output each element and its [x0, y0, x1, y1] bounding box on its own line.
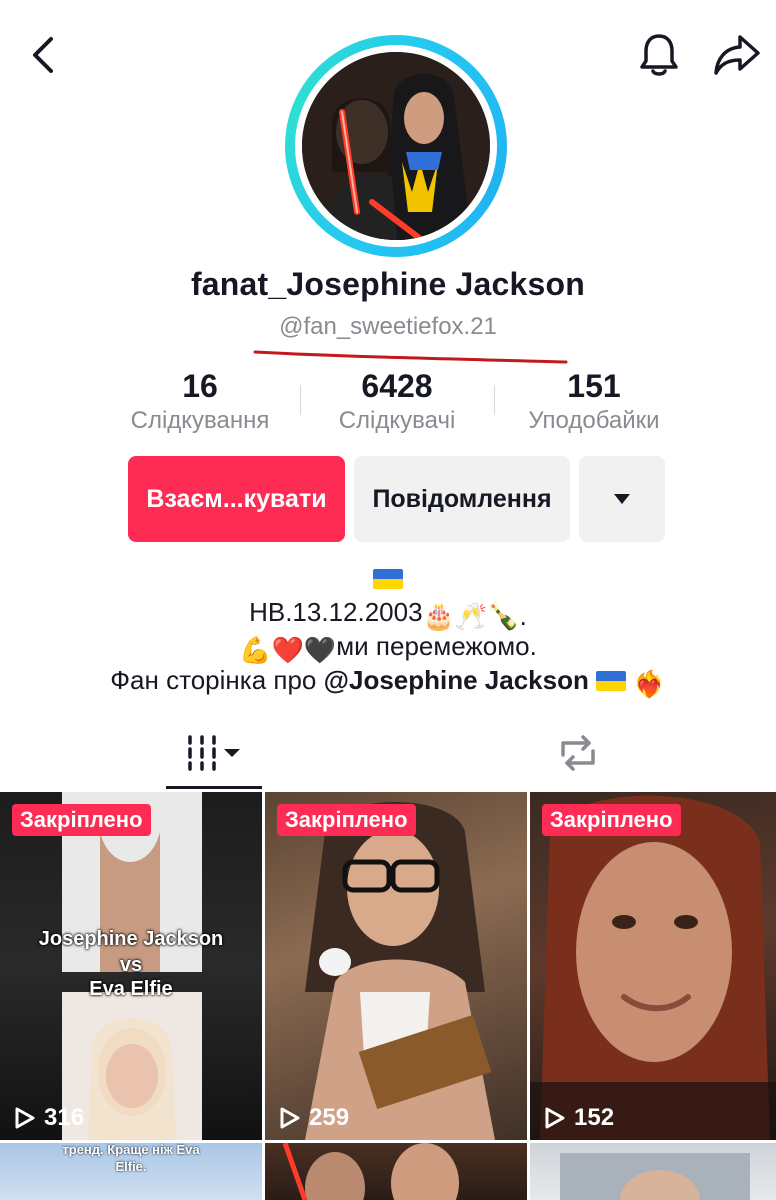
video-thumbnail[interactable]: тренд. Краще ніж Eva Elfie. — [0, 1143, 262, 1200]
following-label: Слідкування — [130, 407, 270, 434]
follow-back-button[interactable]: Взаєм...кувати — [128, 456, 345, 542]
bio-emoji: ❤️‍🔥 — [633, 669, 666, 699]
bio-flag-line — [0, 560, 776, 596]
play-icon — [15, 1107, 35, 1129]
message-button[interactable]: Повідомлення — [354, 456, 570, 542]
likes-count: 151 — [567, 368, 621, 404]
likes-label: Уподобайки — [528, 407, 660, 434]
grid-icon — [188, 735, 240, 771]
video-overlay-text: Eva Elfie — [89, 978, 173, 1000]
pinned-badge: Закріплено — [12, 804, 151, 836]
video-thumbnail[interactable]: Закріплено 259 — [265, 792, 527, 1140]
stat-likes[interactable]: 151 Уподобайки — [494, 366, 694, 436]
following-count: 16 — [182, 368, 218, 404]
video-thumbnail[interactable] — [265, 1143, 527, 1200]
video-thumbnail[interactable]: Закріплено Josephine Jackson vs Eva Elfi… — [0, 792, 262, 1140]
chevron-down-icon — [224, 749, 240, 757]
view-count: 259 — [279, 1104, 349, 1132]
video-overlay-text: vs — [119, 954, 143, 976]
stat-following[interactable]: 16 Слідкування — [100, 366, 300, 436]
ukraine-flag-icon — [373, 569, 403, 589]
video-caption-text: тренд. Краще ніж Eva Elfie. — [62, 1143, 200, 1174]
video-thumbnail[interactable] — [530, 1143, 776, 1200]
username[interactable]: @fan_sweetiefox.21 — [0, 313, 776, 341]
active-tab-indicator — [166, 786, 262, 789]
back-arrow-icon[interactable] — [22, 30, 66, 80]
view-count: 316 — [14, 1104, 84, 1132]
share-icon[interactable] — [708, 28, 766, 82]
followers-label: Слідкувачі — [338, 407, 456, 434]
view-count: 152 — [544, 1104, 614, 1132]
bio-motto-text: ми перемежомо. — [336, 631, 537, 661]
bell-icon[interactable] — [632, 28, 686, 82]
bio-mention-link[interactable]: @Josephine Jackson — [324, 665, 589, 695]
more-options-button[interactable] — [579, 456, 665, 542]
bio-birthday-text: НВ.13.12.2003 — [249, 597, 423, 627]
tab-reposts[interactable] — [540, 720, 616, 786]
play-icon — [545, 1107, 565, 1129]
chevron-down-icon — [614, 494, 630, 504]
video-overlay-text: Josephine Jackson — [38, 928, 224, 950]
pinned-badge: Закріплено — [542, 804, 681, 836]
red-underline-annotation — [253, 350, 568, 364]
video-thumbnail[interactable]: Закріплено 152 — [530, 792, 776, 1140]
stat-followers[interactable]: 6428 Слідкувачі — [297, 366, 497, 436]
avatar[interactable] — [285, 35, 507, 257]
pinned-badge: Закріплено — [277, 804, 416, 836]
play-icon — [280, 1107, 300, 1129]
tab-videos[interactable] — [166, 720, 262, 786]
display-name: fanat_Josephine Jackson — [190, 266, 586, 302]
bio-fan-text: Фан сторінка про — [110, 665, 324, 695]
repost-icon — [561, 735, 595, 771]
bio-line-3: Фан сторінка про @Josephine Jackson ❤️‍🔥 — [0, 662, 776, 702]
avatar-photo — [302, 52, 490, 240]
followers-count: 6428 — [361, 368, 433, 404]
ukraine-flag-icon — [596, 671, 627, 691]
